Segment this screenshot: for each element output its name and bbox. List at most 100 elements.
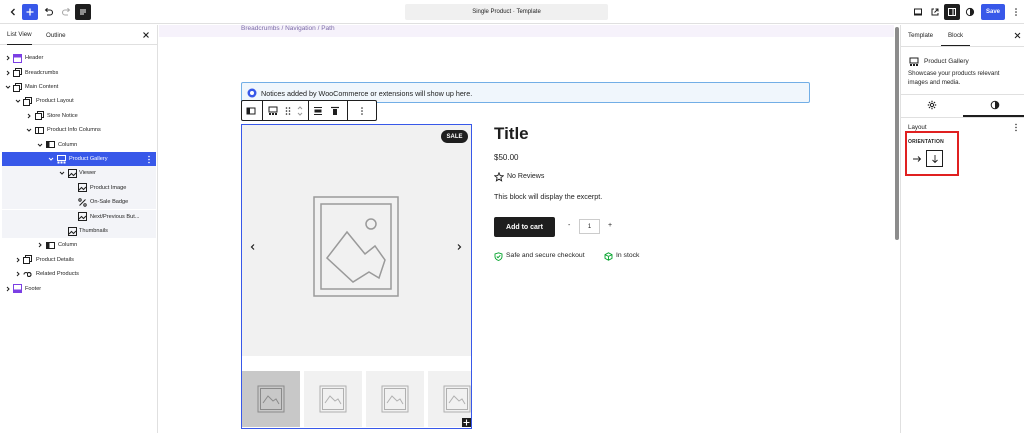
align-wide-icon (314, 107, 322, 115)
tree-item-on-sale-badge[interactable]: On-Sale Badge (2, 195, 156, 210)
back-button[interactable] (5, 4, 21, 20)
tree-item-label: Column (58, 242, 78, 249)
image-placeholder-icon (257, 385, 285, 413)
tab-outline[interactable]: Outline (46, 25, 66, 45)
view-external-button[interactable] (927, 4, 943, 20)
tree-item-column[interactable]: Column (2, 138, 156, 152)
align-button[interactable] (313, 106, 323, 116)
product-rating[interactable]: No Reviews (507, 173, 544, 180)
next-image-button[interactable] (455, 243, 463, 251)
layout-section-title: Layout (908, 124, 927, 131)
shield-check-icon (494, 252, 503, 261)
product-excerpt[interactable]: This block will display the excerpt. (494, 192, 602, 201)
options-button[interactable] (1008, 4, 1024, 20)
tree-item-label: Footer (25, 285, 42, 292)
undo-button[interactable] (40, 4, 56, 20)
tree-item-column-2[interactable]: Column (2, 238, 156, 252)
tree-item-product-image[interactable]: Product Image (2, 180, 156, 196)
half-circle-icon (990, 100, 1000, 110)
parent-block-button[interactable] (246, 106, 256, 116)
product-image-placeholder[interactable] (242, 125, 471, 356)
close-icon (143, 32, 149, 38)
tree-item-product-layout[interactable]: Product Layout (2, 94, 156, 108)
image-icon (68, 226, 77, 236)
tree-item-label: Product Info Columns (47, 127, 101, 134)
star-icon (494, 172, 504, 182)
block-type-button[interactable] (268, 106, 278, 116)
tree-item-breadcrumbs[interactable]: Breadcrumbs (2, 66, 156, 80)
arrow-right-icon (912, 155, 921, 162)
canvas-scrollbar-thumb[interactable] (895, 27, 899, 240)
document-title[interactable]: Single Product · Template (405, 4, 608, 20)
product-title[interactable]: Title (494, 124, 529, 144)
block-options-button[interactable] (359, 106, 365, 116)
image-icon (68, 168, 77, 178)
tab-styles[interactable] (990, 100, 1000, 110)
tree-item-label: Product Layout (36, 98, 74, 105)
orientation-label: ORIENTATION (908, 139, 944, 145)
image-placeholder-icon (381, 385, 409, 413)
tree-item-product-details[interactable]: Product Details (2, 253, 156, 267)
product-price[interactable]: $50.00 (494, 153, 518, 162)
thumbnail-2[interactable] (304, 371, 362, 427)
tree-item-header[interactable]: Header (2, 51, 156, 65)
half-circle-icon (965, 7, 975, 17)
undo-icon (44, 7, 53, 16)
tree-item-footer[interactable]: Footer (2, 282, 156, 296)
tree-item-main-content[interactable]: Main Content (2, 80, 156, 94)
tree-item-label: Breadcrumbs (25, 69, 59, 76)
vertical-align-button[interactable] (330, 106, 340, 116)
document-overview-button[interactable] (75, 4, 91, 20)
tree-item-label: Thumbnails (79, 228, 108, 235)
add-block-button[interactable] (22, 4, 38, 20)
close-settings-button[interactable] (1013, 31, 1022, 40)
orientation-horizontal-button[interactable] (908, 150, 925, 167)
template-part-icon (13, 68, 22, 78)
tree-item-store-notice[interactable]: Store Notice (2, 109, 156, 123)
thumbnail-1[interactable] (242, 371, 300, 427)
close-list-view-button[interactable] (141, 30, 151, 40)
tree-item-label: Viewer (79, 170, 96, 177)
thumbnail-3[interactable] (366, 371, 424, 427)
redo-button[interactable] (58, 4, 74, 20)
tab-block[interactable]: Block (941, 25, 971, 46)
tree-item-thumbnails[interactable]: Thumbnails (2, 223, 156, 239)
chevron-up-down-icon (297, 106, 303, 116)
chevron-down-icon (26, 128, 32, 132)
tree-item-product-info-columns[interactable]: Product Info Columns (2, 123, 156, 137)
move-up-down-buttons[interactable] (296, 104, 304, 118)
chevron-right-icon (6, 55, 10, 61)
image-placeholder-icon (313, 196, 399, 297)
product-gallery-block[interactable]: SALE (241, 124, 472, 429)
save-button[interactable]: Save (981, 4, 1005, 20)
layout-options-button[interactable] (1013, 123, 1019, 132)
tree-item-label: Product Gallery (69, 156, 108, 163)
add-to-cart-button[interactable]: Add to cart (494, 217, 555, 237)
tree-item-next-previous-buttons[interactable]: Next/Previous But... (2, 209, 156, 224)
tab-list-view[interactable]: List View (7, 25, 32, 45)
quantity-input[interactable]: 1 (579, 219, 600, 234)
list-view-panel: List View Outline Header Breadcrumbs Mai… (0, 25, 158, 433)
tree-item-label: Next/Previous But... (90, 213, 140, 220)
footer-part-icon (13, 284, 22, 294)
gear-icon (927, 100, 937, 110)
tab-list-view-label: List View (7, 31, 32, 38)
drag-handle[interactable] (284, 106, 292, 116)
tab-settings[interactable] (927, 100, 937, 110)
settings-sidebar: Template Block Product Gallery Showcase … (900, 25, 1024, 433)
more-vertical-icon[interactable] (146, 155, 152, 164)
tab-template[interactable]: Template (908, 25, 933, 46)
settings-sidebar-toggle[interactable] (944, 4, 960, 20)
orientation-vertical-button[interactable] (926, 150, 943, 167)
tree-item-viewer[interactable]: Viewer (2, 166, 156, 181)
quantity-increase-button[interactable]: + (608, 222, 612, 229)
device-preview-button[interactable] (910, 4, 926, 20)
previous-image-button[interactable] (249, 243, 257, 251)
quantity-decrease-button[interactable]: - (568, 222, 570, 229)
breadcrumb[interactable]: Breadcrumbs / Navigation / Path (241, 25, 335, 32)
styles-button[interactable] (962, 4, 978, 20)
tree-item-related-products[interactable]: Related Products (2, 267, 156, 281)
columns-icon (35, 126, 44, 134)
insert-block-button[interactable] (462, 418, 471, 427)
tree-item-product-gallery[interactable]: Product Gallery (2, 151, 156, 167)
